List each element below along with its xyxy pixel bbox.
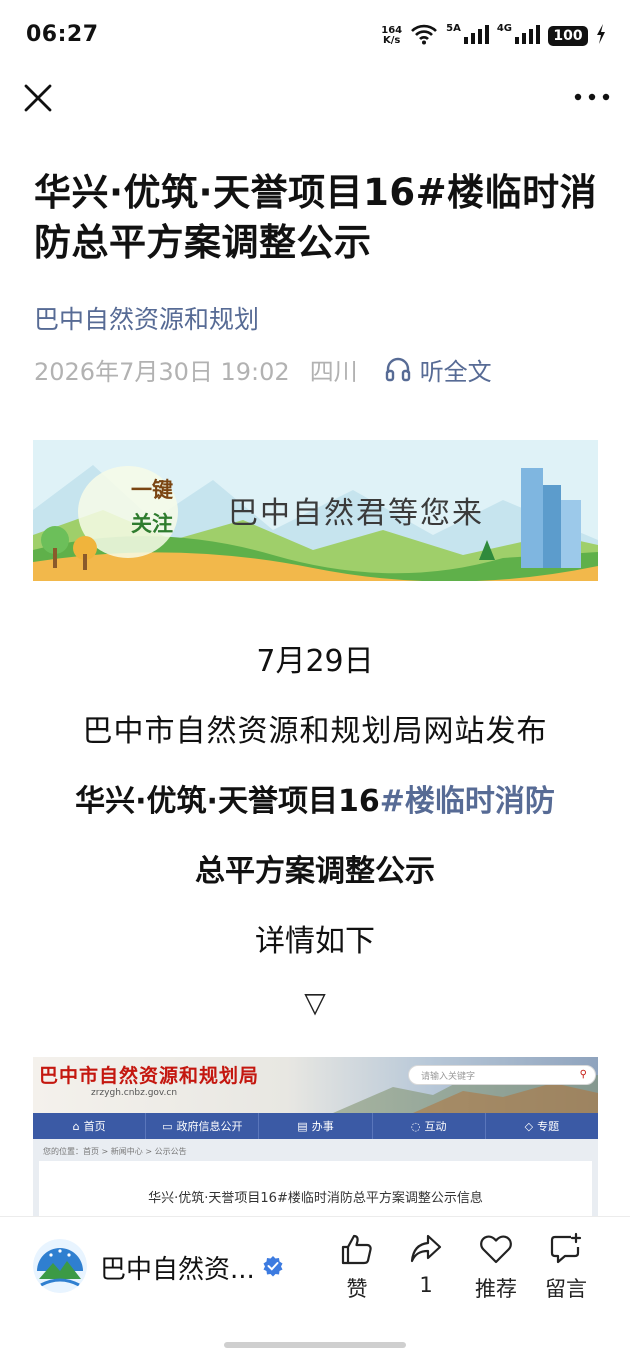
listen-label: 听全文 <box>419 357 492 386</box>
follow-banner[interactable]: 一键 关注 巴中自然君等您来 <box>33 440 598 581</box>
site-nav-service: ▤ 办事 <box>259 1113 373 1139</box>
comment-add-icon <box>550 1232 582 1264</box>
thumbs-up-icon <box>341 1234 372 1265</box>
body-bold-line1: 华兴·优筑·天誉项目16#楼临时消防 <box>0 776 630 820</box>
comment-label: 留言 <box>545 1277 587 1301</box>
site-nav-gov-info: ▭ 政府信息公开 <box>146 1113 260 1139</box>
site-header: 巴中市自然资源和规划局 zrzygh.cnbz.gov.cn 请输入关键字 ⚲ <box>33 1057 598 1113</box>
logo-icon <box>33 1239 87 1293</box>
site-breadcrumb: 您的位置：首页 > 新闻中心 > 公示公告 <box>43 1147 187 1156</box>
more-button[interactable] <box>572 82 612 112</box>
signal-icon <box>514 24 540 48</box>
share-icon <box>410 1234 442 1263</box>
document-icon: ▤ <box>297 1119 308 1133</box>
share-count: 1 <box>419 1273 433 1297</box>
close-icon <box>24 84 52 112</box>
signal-label-4g: 4G <box>496 22 512 34</box>
like-label: 赞 <box>346 1277 368 1301</box>
home-indicator[interactable] <box>224 1342 406 1348</box>
account-name-link[interactable]: 巴中自然资源和规划 <box>34 300 259 336</box>
publish-date: 2026年7月30日 19:02 <box>34 357 290 386</box>
publish-region: 四川 <box>309 357 358 386</box>
website-screenshot-image[interactable]: 巴中市自然资源和规划局 zrzygh.cnbz.gov.cn 请输入关键字 ⚲ … <box>33 1057 598 1217</box>
network-speed: 164 K/s <box>381 25 403 46</box>
account-avatar[interactable] <box>33 1239 87 1293</box>
banner-tag-line1: 一键 <box>131 478 173 502</box>
charging-icon <box>596 24 606 48</box>
home-icon: ⌂ <box>72 1119 80 1133</box>
heart-icon <box>480 1235 512 1264</box>
like-button[interactable]: 赞 <box>325 1231 389 1303</box>
bottom-account-name[interactable]: 巴中自然资... <box>100 1249 255 1286</box>
close-button[interactable] <box>20 80 56 116</box>
status-icons: 164 K/s 5A 4G 100 <box>381 22 606 50</box>
site-nav-interact: ◌ 互动 <box>373 1113 486 1139</box>
listen-button[interactable]: 听全文 <box>384 352 492 387</box>
banner-slogan: 巴中自然君等您来 <box>228 496 484 531</box>
battery-indicator: 100 <box>548 26 588 46</box>
site-name: 巴中市自然资源和规划局 <box>39 1065 260 1087</box>
site-nav-home: ⌂ 首页 <box>33 1113 147 1139</box>
site-article-card: 华兴·优筑·天誉项目16#楼临时消防总平方案调整公示信息 <box>39 1161 592 1217</box>
body-publish-line: 巴中市自然资源和规划局网站发布 <box>82 714 548 749</box>
body-bold-line2: 总平方案调整公示 <box>195 854 435 889</box>
hashtag-link[interactable]: #楼临时消防 <box>380 784 555 819</box>
search-icon: ⚲ <box>579 1069 587 1080</box>
site-search-box: 请输入关键字 ⚲ <box>408 1065 596 1085</box>
status-bar: 06:27 164 K/s 5A 4G 100 <box>0 0 630 72</box>
bottom-bar: 巴中自然资... 赞 1 推荐 留言 <box>0 1216 630 1360</box>
body-date-line: 7月29日 <box>256 644 374 679</box>
site-nav-topic: ◇ 专题 <box>524 1119 560 1134</box>
body-detail-line: 详情如下 <box>255 924 375 959</box>
more-icon <box>574 93 610 101</box>
signal-icon <box>463 24 489 48</box>
share-button[interactable]: 1 <box>394 1231 458 1297</box>
article-meta: 2026年7月30日 19:02 四川 听全文 <box>34 352 492 386</box>
headphones-icon <box>385 357 410 382</box>
comment-button[interactable]: 留言 <box>534 1231 598 1303</box>
down-arrow-icon: ▽ <box>304 986 326 1019</box>
recommend-label: 推荐 <box>475 1277 517 1301</box>
signal-label-5a: 5A <box>446 22 461 34</box>
body-bold-text: 华兴·优筑·天誉项目16 <box>75 784 380 819</box>
banner-tag-line2: 关注 <box>131 512 173 536</box>
site-url: zrzygh.cnbz.gov.cn <box>91 1088 178 1098</box>
site-nav: ⌂ 首页 ▭ 政府信息公开 ▤ 办事 ◌ 互动 ◇ 专题 <box>33 1113 598 1139</box>
tag-icon: ◇ <box>524 1119 534 1133</box>
chat-icon: ◌ <box>410 1119 421 1133</box>
wifi-icon <box>410 23 438 49</box>
site-search-placeholder: 请输入关键字 <box>421 1072 476 1082</box>
book-icon: ▭ <box>162 1119 173 1133</box>
status-time: 06:27 <box>26 22 99 47</box>
navbar <box>0 72 630 124</box>
site-article-title: 华兴·优筑·天誉项目16#楼临时消防总平方案调整公示信息 <box>148 1191 483 1206</box>
recommend-button[interactable]: 推荐 <box>464 1231 528 1303</box>
article-title: 华兴·优筑·天誉项目16#楼临时消防总平方案调整公示 <box>34 171 598 264</box>
verified-icon <box>262 1255 284 1281</box>
